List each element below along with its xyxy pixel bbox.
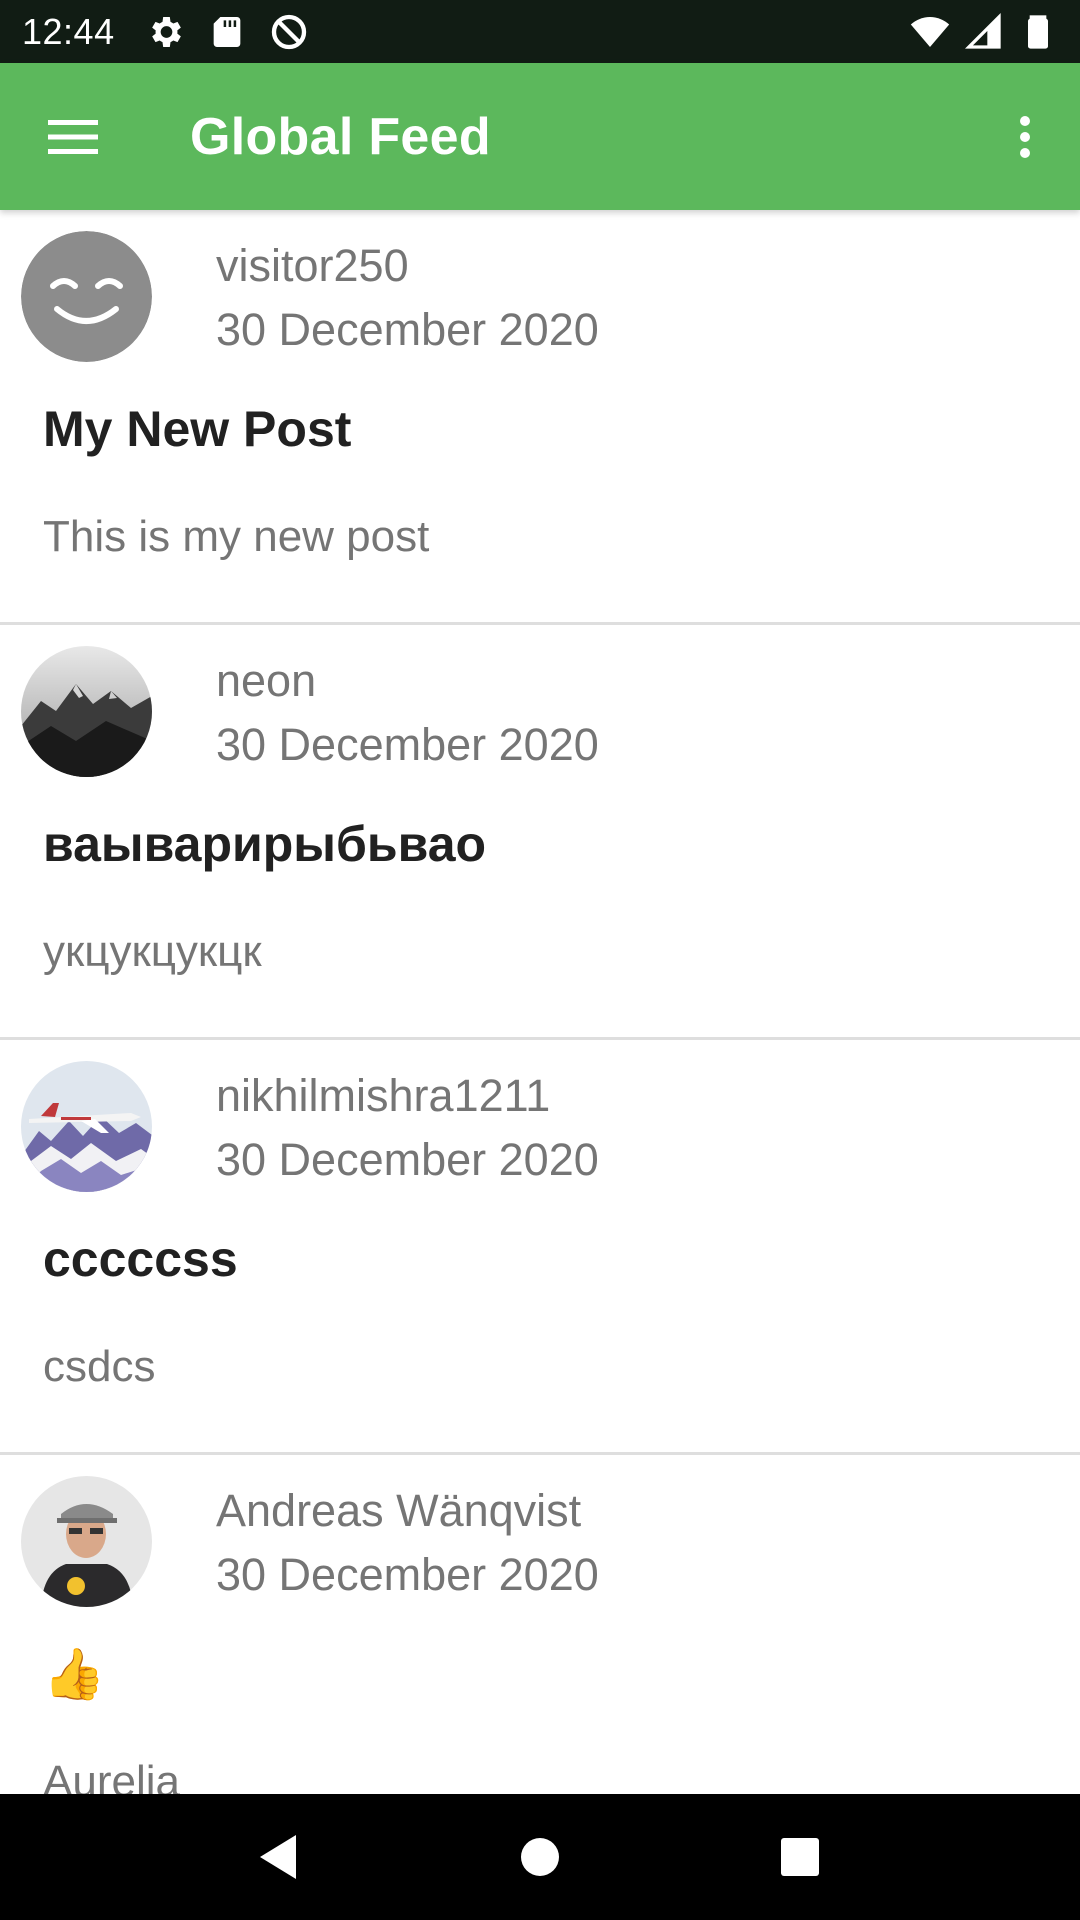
post-card[interactable]: visitor250 30 December 2020 My New Post … bbox=[0, 210, 1080, 625]
post-card[interactable]: Andreas Wänqvist 30 December 2020 👍 Aure… bbox=[0, 1455, 1080, 1794]
post-card[interactable]: nikhilmishra1211 30 December 2020 cccccs… bbox=[0, 1040, 1080, 1455]
post-author[interactable]: Andreas Wänqvist bbox=[216, 1484, 599, 1538]
post-title: ваыварирыбьвао bbox=[43, 816, 487, 872]
post-body: укцукцукцк bbox=[43, 927, 262, 976]
post-date: 30 December 2020 bbox=[216, 304, 599, 355]
post-title: cccccss bbox=[43, 1231, 238, 1287]
post-body: Aurelia bbox=[43, 1757, 180, 1794]
page-title: Global Feed bbox=[190, 107, 491, 166]
post-body: csdcs bbox=[43, 1342, 156, 1391]
post-date: 30 December 2020 bbox=[216, 1549, 599, 1600]
back-icon[interactable] bbox=[240, 1817, 320, 1897]
post-date: 30 December 2020 bbox=[216, 719, 599, 770]
post-body: This is my new post bbox=[43, 512, 430, 561]
post-author[interactable]: neon bbox=[216, 654, 599, 708]
more-vert-icon[interactable] bbox=[970, 63, 1080, 210]
recents-icon[interactable] bbox=[760, 1817, 840, 1897]
jet-avatar[interactable] bbox=[21, 1061, 152, 1192]
post-date: 30 December 2020 bbox=[216, 1134, 599, 1185]
post-feed[interactable]: visitor250 30 December 2020 My New Post … bbox=[0, 210, 1080, 1794]
system-nav-bar bbox=[0, 1794, 1080, 1920]
status-time: 12:44 bbox=[22, 10, 115, 52]
battery-icon bbox=[1018, 12, 1058, 52]
mountain-avatar[interactable] bbox=[21, 646, 152, 777]
signal-icon bbox=[964, 12, 1004, 52]
post-card[interactable]: neon 30 December 2020 ваыварирыбьвао укц… bbox=[0, 625, 1080, 1040]
post-title: 👍 bbox=[43, 1646, 106, 1702]
post-author[interactable]: nikhilmishra1211 bbox=[216, 1069, 599, 1123]
post-author[interactable]: visitor250 bbox=[216, 239, 599, 293]
status-bar: 12:44 bbox=[0, 0, 1080, 63]
hamburger-menu-icon[interactable] bbox=[0, 63, 146, 210]
sd-card-icon bbox=[207, 12, 247, 52]
wifi-icon bbox=[910, 12, 950, 52]
post-title: My New Post bbox=[43, 401, 352, 457]
data-saver-icon bbox=[269, 12, 309, 52]
home-icon[interactable] bbox=[500, 1817, 580, 1897]
gear-icon bbox=[145, 12, 185, 52]
person-avatar[interactable] bbox=[21, 1476, 152, 1607]
app-bar: Global Feed bbox=[0, 63, 1080, 210]
smiley-avatar[interactable] bbox=[21, 231, 152, 362]
